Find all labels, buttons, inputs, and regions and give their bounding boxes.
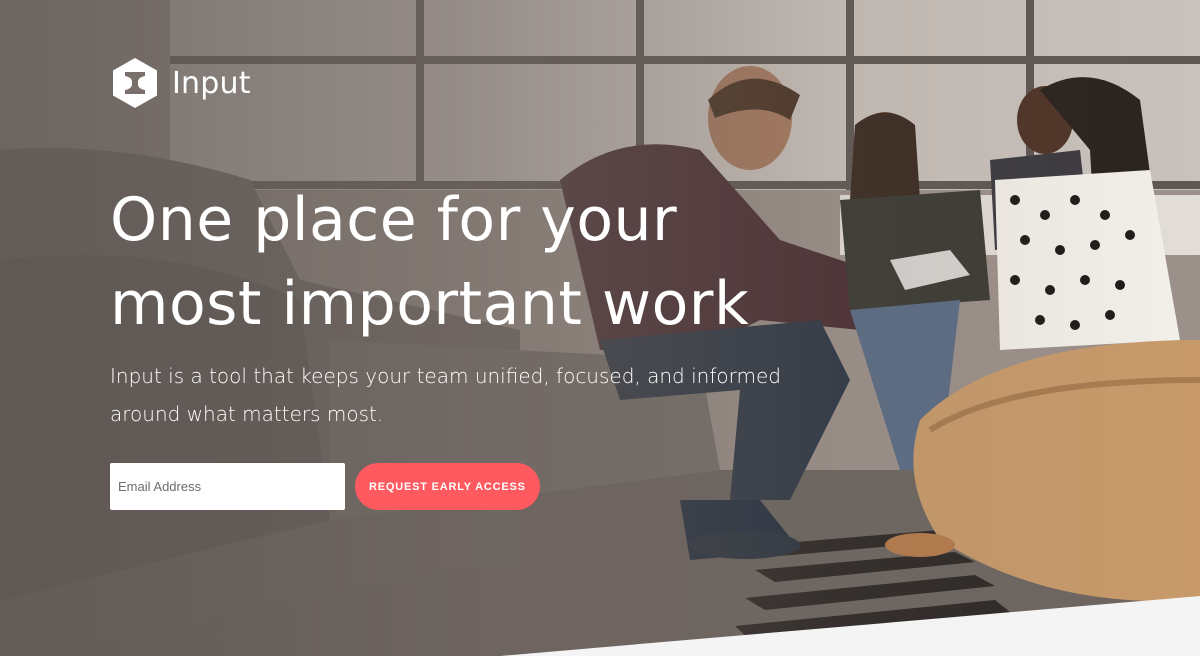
headline-line-1: One place for your bbox=[110, 185, 678, 255]
brand-link[interactable]: Input bbox=[110, 57, 251, 109]
brand-name: Input bbox=[172, 65, 251, 101]
hero-section: Input One place for your most important … bbox=[0, 0, 1200, 656]
headline-line-2: most important work bbox=[110, 269, 750, 339]
email-field[interactable] bbox=[110, 463, 345, 510]
hero-content: Input One place for your most important … bbox=[0, 0, 1200, 656]
signup-form: REQUEST EARLY ACCESS bbox=[110, 463, 540, 510]
hero-subhead: Input is a tool that keeps your team uni… bbox=[110, 364, 781, 426]
page-title: One place for your most important work bbox=[110, 178, 830, 346]
hexagon-i-logo-icon bbox=[113, 58, 157, 108]
request-early-access-button[interactable]: REQUEST EARLY ACCESS bbox=[355, 463, 540, 510]
